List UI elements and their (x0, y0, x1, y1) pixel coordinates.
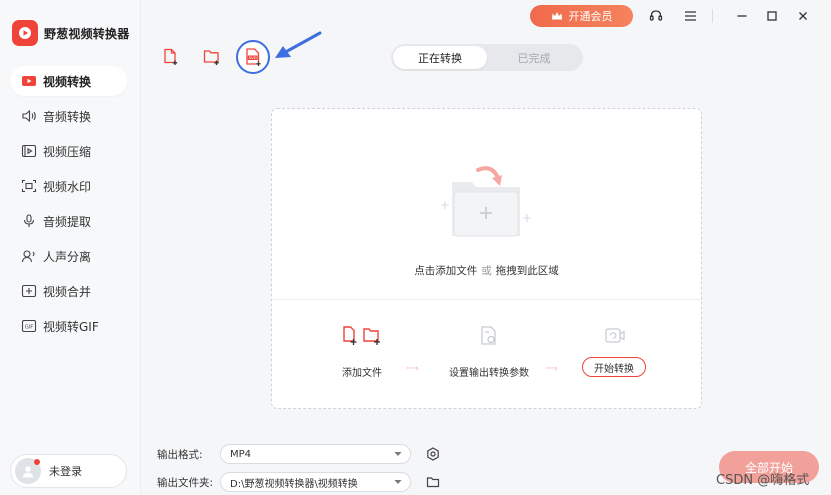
hamburger-icon (684, 11, 696, 21)
maximize-icon (767, 11, 777, 21)
watermark-icon (21, 178, 37, 194)
drop-hint-or: 或 (481, 265, 492, 277)
step-set-params: 设置输出转换参数 (444, 325, 534, 379)
step-set-params-label: 设置输出转换参数 (449, 368, 529, 379)
step-add-files: 添加文件 (334, 325, 390, 379)
output-format-select[interactable]: MP4 (220, 444, 411, 464)
add-file-icon (164, 48, 178, 65)
svg-text:GIF: GIF (25, 324, 33, 330)
minimize-icon (737, 15, 747, 17)
drop-hint-drag: 拖拽到此区域 (495, 265, 559, 277)
add-file-button[interactable] (160, 46, 182, 68)
output-folder-label: 输出文件夹: (157, 477, 214, 489)
sidebar-item-video-convert[interactable]: 视频转换 (10, 66, 127, 96)
step-arrow-icon: ·····› (545, 364, 558, 374)
sidebar-item-audio-extract[interactable]: 音频提取 (10, 206, 127, 236)
user-icon (22, 466, 34, 478)
chevron-down-icon (394, 480, 402, 484)
avatar (15, 458, 41, 484)
sidebar: 野葱视频转换器 视频转换 音频转换 视频压缩 视频水印 音频提取 人声分离 视频… (0, 0, 141, 495)
format-settings-button[interactable] (425, 446, 441, 462)
output-format-label: 输出格式: (157, 449, 203, 461)
add-file-folder-icon (343, 326, 380, 345)
sidebar-item-label: 视频合并 (43, 284, 92, 299)
drop-hint: 点击添加文件或拖拽到此区域 (272, 263, 701, 278)
add-folder-icon (203, 50, 219, 65)
tab-completed[interactable]: 已完成 (487, 46, 581, 69)
add-dvd-button[interactable]: DVD (236, 40, 270, 74)
login-label: 未登录 (49, 465, 82, 478)
gear-icon (427, 447, 439, 461)
vip-button[interactable]: 开通会员 (530, 5, 633, 27)
pointer-arrow-icon (275, 31, 322, 58)
close-button[interactable] (793, 6, 813, 26)
sidebar-nav: 视频转换 音频转换 视频压缩 视频水印 音频提取 人声分离 视频合并 GIF 视… (10, 66, 127, 346)
sidebar-item-label: 视频转换 (43, 74, 92, 89)
app-logo-icon (12, 20, 38, 46)
output-folder-value: D:\野葱视频转换器\视频转换 (230, 478, 358, 490)
dropzone-divider (272, 299, 701, 300)
step-start: 开始转换 (582, 325, 648, 377)
sidebar-item-label: 音频转换 (43, 109, 92, 124)
speaker-icon (21, 108, 37, 124)
sidebar-item-audio-convert[interactable]: 音频转换 (10, 101, 127, 131)
menu-button[interactable] (680, 6, 700, 26)
crown-icon (551, 12, 562, 20)
brand: 野葱视频转换器 (12, 20, 129, 46)
dvd-file-icon: DVD (246, 48, 261, 66)
sidebar-item-voice-separate[interactable]: 人声分离 (10, 241, 127, 271)
headset-icon (649, 10, 663, 21)
close-icon (799, 12, 807, 20)
sidebar-item-label: 人声分离 (43, 249, 92, 264)
drop-hint-add: 点击添加文件 (414, 265, 478, 277)
empty-folder-icon: + + (440, 166, 530, 237)
convert-video-icon (605, 328, 625, 343)
open-folder-button[interactable] (425, 474, 441, 490)
minimize-button[interactable] (732, 6, 752, 26)
output-folder-select[interactable]: D:\野葱视频转换器\视频转换 (220, 472, 411, 492)
video-convert-icon (21, 73, 37, 89)
sidebar-item-video-merge[interactable]: 视频合并 (10, 276, 127, 306)
step-arrow-icon: ·····› (406, 364, 419, 374)
start-convert-button[interactable]: 开始转换 (582, 357, 646, 377)
titlebar-divider (712, 9, 713, 23)
sidebar-item-video-compress[interactable]: 视频压缩 (10, 136, 127, 166)
login-button[interactable]: 未登录 (10, 454, 127, 488)
tab-bar: 正在转换 已完成 (391, 44, 583, 71)
folder-icon (426, 477, 440, 488)
vip-label: 开通会员 (568, 10, 613, 23)
svg-text:+: + (440, 198, 450, 212)
app-name: 野葱视频转换器 (44, 26, 130, 41)
sidebar-item-video-to-gif[interactable]: GIF 视频转GIF (10, 311, 127, 341)
sidebar-item-label: 视频水印 (43, 179, 92, 194)
svg-text:+: + (522, 211, 530, 225)
support-button[interactable] (646, 6, 666, 26)
tab-converting[interactable]: 正在转换 (393, 46, 487, 69)
compress-icon (21, 143, 37, 159)
sidebar-item-video-watermark[interactable]: 视频水印 (10, 171, 127, 201)
sidebar-item-label: 音频提取 (43, 214, 92, 229)
merge-icon (21, 283, 37, 299)
microphone-icon (21, 213, 37, 229)
file-drop-zone[interactable]: + + 点击添加文件或拖拽到此区域 添加文件 ·····› 设置输出转换参数 ·… (271, 108, 702, 409)
notification-dot (34, 459, 40, 465)
settings-file-icon (481, 326, 496, 345)
sidebar-item-label: 视频转GIF (43, 319, 99, 334)
maximize-button[interactable] (762, 6, 782, 26)
step-add-files-label: 添加文件 (342, 368, 382, 379)
add-folder-button[interactable] (201, 46, 223, 68)
gif-icon: GIF (21, 318, 37, 334)
app-window: 野葱视频转换器 视频转换 音频转换 视频压缩 视频水印 音频提取 人声分离 视频… (0, 0, 831, 495)
chevron-down-icon (394, 452, 402, 456)
voice-separate-icon (21, 248, 37, 264)
svg-text:DVD: DVD (249, 56, 257, 60)
csdn-watermark: CSDN @嗨格式 (716, 473, 810, 488)
output-format-value: MP4 (230, 448, 252, 460)
sidebar-item-label: 视频压缩 (43, 144, 92, 159)
